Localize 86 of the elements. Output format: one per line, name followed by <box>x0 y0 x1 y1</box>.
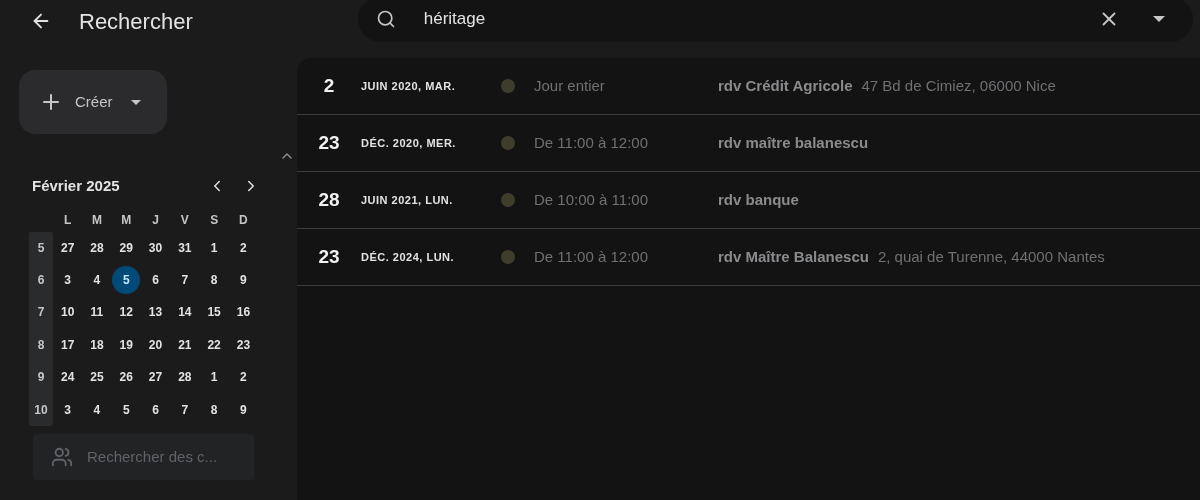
time-label: De 11:00 à 12:00 <box>534 132 649 153</box>
create-button[interactable]: Créer <box>19 70 167 134</box>
date-label: DÉC. 2020, MER. <box>361 135 457 151</box>
weekday-label: V <box>179 211 190 229</box>
calendar-day[interactable]: 29 <box>112 233 141 262</box>
event-location: 47 Bd de Cimiez, 06000 Nice <box>861 75 1056 96</box>
calendar-day[interactable]: 15 <box>200 298 229 327</box>
date-label: JUIN 2021, LUN. <box>361 192 454 208</box>
day-number: 2 <box>322 73 336 98</box>
search-icon <box>375 9 396 29</box>
calendar-day[interactable]: 7 <box>170 266 199 295</box>
calendar-day[interactable]: 28 <box>82 233 111 262</box>
calendar-day[interactable]: 18 <box>82 330 111 359</box>
date-label: DÉC. 2024, LUN. <box>361 249 456 265</box>
day-number: 28 <box>317 187 341 212</box>
week-number: 10 <box>33 401 49 419</box>
calendar-day[interactable]: 22 <box>200 330 229 359</box>
time-label: De 10:00 à 11:00 <box>534 189 649 210</box>
weekday-label: M <box>120 211 133 229</box>
calendar-day[interactable]: 27 <box>53 233 82 262</box>
calendar-day[interactable]: 20 <box>141 330 170 359</box>
calendar-day[interactable]: 3 <box>53 395 82 424</box>
calendar-day[interactable]: 1 <box>200 363 229 392</box>
weekday-label: J <box>151 211 160 229</box>
calendar-day[interactable]: 2 <box>229 233 258 262</box>
calendar-day[interactable]: 17 <box>53 330 82 359</box>
day-number: 23 <box>317 244 341 269</box>
calendar-day[interactable]: 30 <box>141 233 170 262</box>
event-title: rdv maître balanescu <box>718 132 869 153</box>
calendar-day[interactable]: 4 <box>82 266 111 295</box>
calendar-day[interactable]: 21 <box>170 330 199 359</box>
week-number: 6 <box>36 272 46 290</box>
page-title: Rechercher <box>79 7 193 36</box>
calendar-day[interactable]: 5 <box>112 266 141 295</box>
day-number: 23 <box>317 130 341 155</box>
week-number: 5 <box>36 239 46 257</box>
week-number: 7 <box>36 304 46 322</box>
result-row[interactable]: 2 JUIN 2020, MAR. Jour entier rdv Crédit Agricole 47 Bd de Cimiez, 06000 Nice <box>297 58 1200 115</box>
calendar-day[interactable]: 12 <box>112 298 141 327</box>
calendar-day[interactable]: 5 <box>112 395 141 424</box>
calendar-day[interactable]: 9 <box>229 395 258 424</box>
calendar-day[interactable]: 2 <box>229 363 258 392</box>
week-number: 8 <box>36 336 46 354</box>
calendar-day[interactable]: 8 <box>200 395 229 424</box>
calendar-day[interactable]: 13 <box>141 298 170 327</box>
calendar-day[interactable]: 25 <box>82 363 111 392</box>
time-label: De 11:00 à 12:00 <box>534 246 649 267</box>
result-row[interactable]: 23 DÉC. 2020, MER. De 11:00 à 12:00 rdv maître balanescu <box>297 115 1200 172</box>
calendar-day[interactable]: 27 <box>141 363 170 392</box>
calendar-day[interactable]: 11 <box>82 298 111 327</box>
dropdown-caret-icon[interactable] <box>1152 16 1165 22</box>
event-title: rdv Crédit Agricole <box>718 75 853 96</box>
calendar-day[interactable]: 6 <box>141 266 170 295</box>
weekday-label: D <box>238 211 249 229</box>
weekday-label: L <box>62 211 73 229</box>
calendar-day[interactable]: 8 <box>200 266 229 295</box>
weekday-label: M <box>90 211 103 229</box>
weekday-label: S <box>209 211 220 229</box>
calendar-day[interactable]: 19 <box>112 330 141 359</box>
calendar-day[interactable]: 7 <box>170 395 199 424</box>
calendar-day[interactable]: 28 <box>170 363 199 392</box>
calendar-day[interactable]: 6 <box>141 395 170 424</box>
people-search-field[interactable]: Rechercher des c... <box>33 433 254 480</box>
calendar-day[interactable]: 14 <box>170 298 199 327</box>
result-row[interactable]: 28 JUIN 2021, LUN. De 10:00 à 11:00 rdv banque <box>297 172 1200 229</box>
calendar-day[interactable]: 1 <box>200 233 229 262</box>
calendar-day[interactable]: 4 <box>82 395 111 424</box>
event-title: rdv Maître Balanescu <box>718 246 869 267</box>
week-number: 9 <box>36 369 46 387</box>
people-icon <box>51 445 73 468</box>
dropdown-caret-icon <box>130 99 141 105</box>
month-label: Février 2025 <box>32 176 121 196</box>
calendar-day[interactable]: 26 <box>112 363 141 392</box>
time-label: Jour entier <box>534 75 606 96</box>
event-location: 2, quai de Turenne, 44000 Nantes <box>877 246 1105 267</box>
date-label: JUIN 2020, MAR. <box>361 78 457 94</box>
calendar-day[interactable]: 16 <box>229 298 258 327</box>
search-field[interactable]: héritage <box>357 0 1193 42</box>
calendar-day[interactable]: 31 <box>170 233 199 262</box>
calendar-day[interactable]: 24 <box>53 363 82 392</box>
calendar-day[interactable]: 10 <box>53 298 82 327</box>
calendar-day[interactable]: 9 <box>229 266 258 295</box>
event-title: rdv banque <box>718 189 799 210</box>
result-row[interactable]: 23 DÉC. 2024, LUN. De 11:00 à 12:00 rdv Maître Balanescu 2, quai de Turenne, 44000 Nantes <box>297 229 1200 286</box>
calendar-day[interactable]: 23 <box>229 330 258 359</box>
calendar-day[interactable]: 3 <box>53 266 82 295</box>
